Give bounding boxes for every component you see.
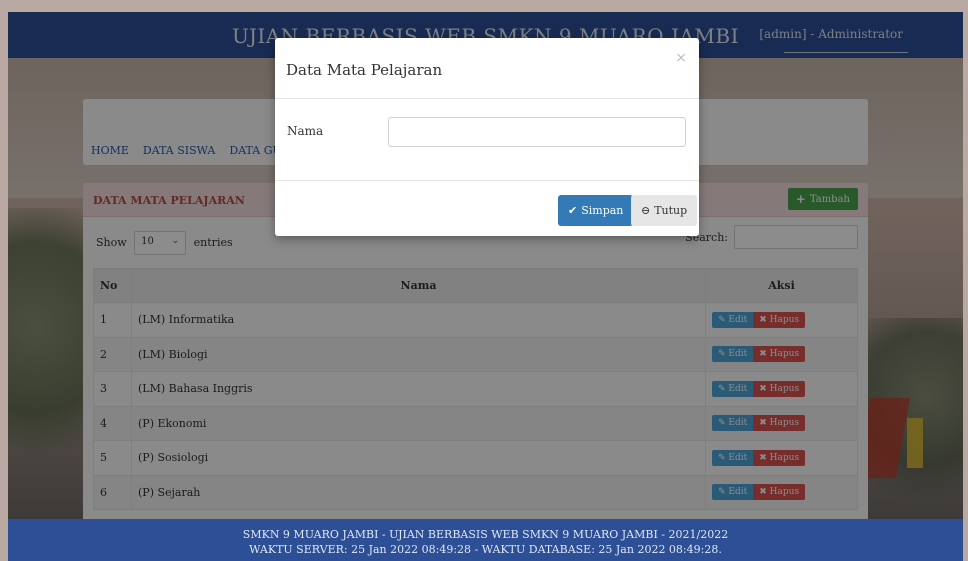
- footer: SMKN 9 MUARO JAMBI - UJIAN BERBASIS WEB …: [8, 519, 963, 561]
- save-button-label: Simpan: [581, 204, 624, 217]
- modal-title: Data Mata Pelajaran: [286, 61, 443, 79]
- close-icon[interactable]: ×: [675, 50, 687, 66]
- modal-body: Nama: [275, 99, 699, 181]
- close-button-label: Tutup: [654, 204, 688, 217]
- close-button[interactable]: ⊖ Tutup: [631, 195, 698, 226]
- nama-input[interactable]: [388, 117, 686, 147]
- nama-label: Nama: [287, 124, 324, 138]
- footer-line-2: WAKTU SERVER: 25 Jan 2022 08:49:28 - WAK…: [249, 543, 722, 556]
- footer-line-1: SMKN 9 MUARO JAMBI - UJIAN BERBASIS WEB …: [242, 528, 729, 541]
- minus-circle-icon: ⊖: [641, 204, 651, 217]
- check-icon: ✔: [568, 204, 578, 217]
- subject-modal: Data Mata Pelajaran × Nama ✔ Simpan ⊖ Tu…: [275, 38, 699, 236]
- modal-header: Data Mata Pelajaran ×: [275, 38, 699, 99]
- save-button[interactable]: ✔ Simpan: [558, 195, 634, 226]
- modal-footer: ✔ Simpan ⊖ Tutup: [275, 181, 699, 236]
